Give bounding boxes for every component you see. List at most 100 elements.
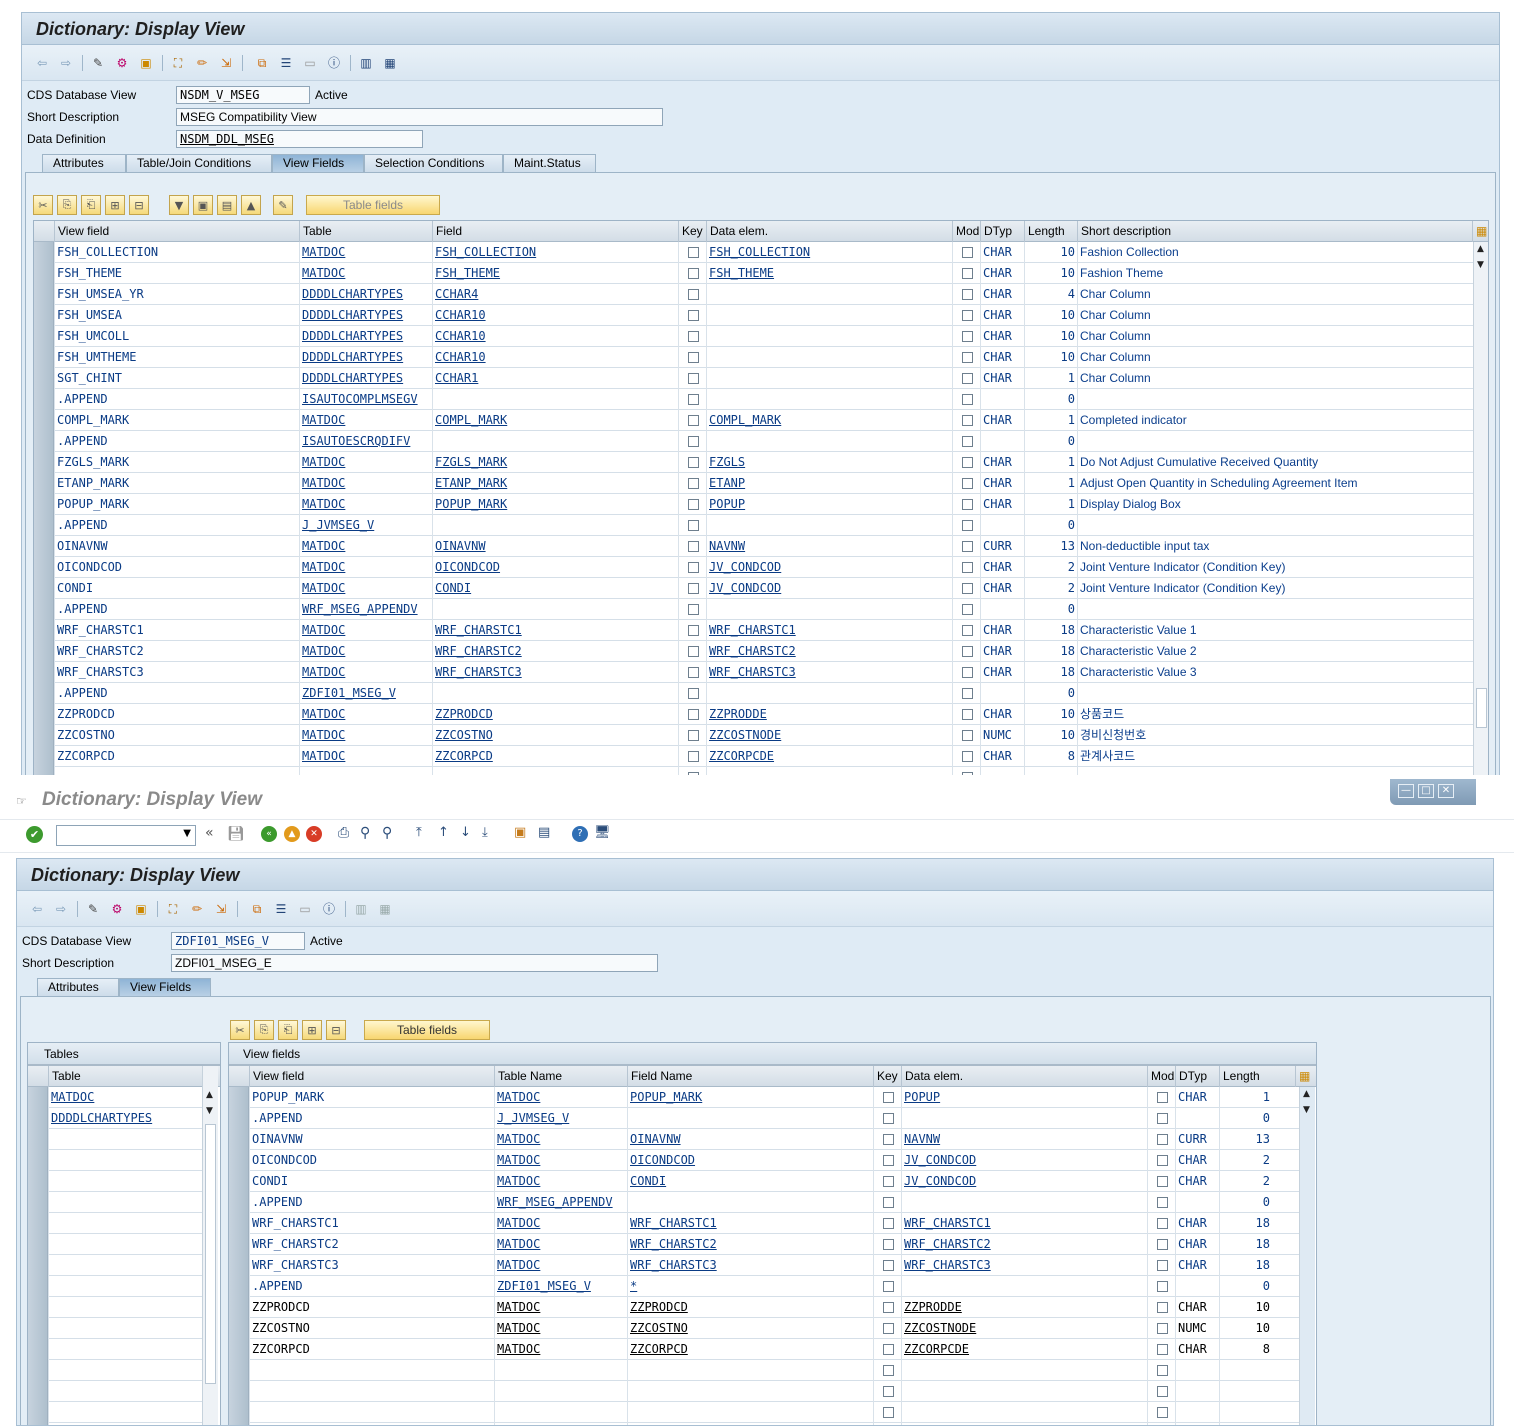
row-selector[interactable] (28, 1402, 48, 1423)
table-cell[interactable]: ZDFI01_MSEG_V (299, 683, 432, 704)
col-key[interactable]: Key (678, 221, 706, 242)
data-elem-cell[interactable] (706, 347, 952, 368)
row-selector[interactable] (34, 473, 54, 494)
row-selector[interactable] (34, 242, 54, 263)
col-data-elem[interactable]: Data elem. (901, 1066, 1147, 1087)
activate-icon[interactable]: ▣ (133, 901, 149, 917)
row-selector[interactable] (28, 1213, 48, 1234)
row-selector[interactable] (34, 410, 54, 431)
customize-layout-icon[interactable]: 🖥︎ (594, 825, 611, 840)
data-elem-cell[interactable] (706, 431, 952, 452)
tab-table-join-conditions[interactable]: Table/Join Conditions (126, 154, 272, 172)
mod-checkbox[interactable] (1157, 1176, 1168, 1187)
key-checkbox[interactable] (883, 1302, 894, 1313)
mod-checkbox[interactable] (962, 499, 973, 510)
first-page-icon[interactable]: ⤒ (416, 825, 422, 840)
mod-checkbox[interactable] (962, 415, 973, 426)
window-menu-icon[interactable]: ☞ (16, 794, 27, 808)
window-icon[interactable]: ▭ (302, 55, 318, 71)
row-selector[interactable] (28, 1129, 48, 1150)
row-selector[interactable] (28, 1087, 48, 1108)
scroll-up-icon[interactable]: ▲ (1303, 1089, 1310, 1099)
data-elem-cell[interactable]: WRF_CHARSTC1 (901, 1213, 1147, 1234)
table-cell[interactable]: MATDOC (299, 704, 432, 725)
row-selector[interactable] (229, 1318, 249, 1339)
mod-checkbox[interactable] (962, 268, 973, 279)
window-icon[interactable]: ▭ (297, 901, 313, 917)
data-elem-cell[interactable]: JV_CONDCOD (706, 557, 952, 578)
data-elem-cell[interactable]: WRF_CHARSTC2 (901, 1234, 1147, 1255)
table-cell[interactable]: MATDOC (299, 536, 432, 557)
forward-icon[interactable]: ⇨ (58, 55, 74, 71)
table-name-cell[interactable]: MATDOC (494, 1171, 627, 1192)
next-page-icon[interactable]: ↓ (460, 825, 471, 840)
data-elem-cell[interactable]: ZZCOSTNODE (901, 1318, 1147, 1339)
field-cell[interactable]: CCHAR10 (432, 326, 678, 347)
row-selector[interactable] (34, 599, 54, 620)
col-mod[interactable]: Mod (952, 221, 980, 242)
table-cell[interactable]: MATDOC (299, 662, 432, 683)
table-name-cell[interactable] (494, 1381, 627, 1402)
columns-icon[interactable]: ▥ (353, 901, 369, 917)
row-selector[interactable] (34, 557, 54, 578)
columns-icon[interactable]: ▥ (358, 55, 374, 71)
table-name-cell[interactable]: J_JVMSEG_V (494, 1108, 627, 1129)
mod-checkbox[interactable] (1157, 1344, 1168, 1355)
row-selector[interactable] (28, 1339, 48, 1360)
field-cell[interactable]: ETANP_MARK (432, 473, 678, 494)
mod-checkbox[interactable] (1157, 1197, 1168, 1208)
field-name-cell[interactable]: WRF_CHARSTC1 (627, 1213, 873, 1234)
data-elem-cell[interactable]: FSH_THEME (706, 263, 952, 284)
hierarchy-icon[interactable]: ⧉ (249, 901, 265, 917)
table-name-cell[interactable]: MATDOC (494, 1297, 627, 1318)
key-checkbox[interactable] (688, 730, 699, 741)
data-elem-cell[interactable] (901, 1402, 1147, 1423)
tab-selection-conditions[interactable]: Selection Conditions (364, 154, 503, 172)
data-elem-cell[interactable]: COMPL_MARK (706, 410, 952, 431)
row-selector[interactable] (229, 1213, 249, 1234)
data-elem-cell[interactable] (901, 1192, 1147, 1213)
activate-icon[interactable]: ▣ (138, 55, 154, 71)
mod-checkbox[interactable] (1157, 1386, 1168, 1397)
key-checkbox[interactable] (688, 247, 699, 258)
row-selector[interactable] (34, 284, 54, 305)
key-checkbox[interactable] (688, 394, 699, 405)
details-icon[interactable]: ✎ (273, 195, 293, 215)
sort-up-icon[interactable]: ▲ (241, 195, 261, 215)
table-cell[interactable]: J_JVMSEG_V (299, 515, 432, 536)
key-checkbox[interactable] (883, 1092, 894, 1103)
key-checkbox[interactable] (688, 709, 699, 720)
mod-checkbox[interactable] (1157, 1134, 1168, 1145)
row-selector[interactable] (229, 1234, 249, 1255)
tab-attributes[interactable]: Attributes (37, 978, 119, 996)
key-checkbox[interactable] (688, 478, 699, 489)
mod-checkbox[interactable] (962, 667, 973, 678)
select-all-icon[interactable]: ▣ (193, 195, 213, 215)
insert-row-icon[interactable]: ⊞ (302, 1020, 322, 1040)
mod-checkbox[interactable] (962, 331, 973, 342)
field-cell[interactable]: FSH_THEME (432, 263, 678, 284)
table-name-cell[interactable]: MATDOC (48, 1087, 182, 1108)
table-cell[interactable]: WRF_MSEG_APPENDV (299, 599, 432, 620)
mod-checkbox[interactable] (962, 310, 973, 321)
data-elem-cell[interactable]: NAVNW (901, 1129, 1147, 1150)
col-length[interactable]: Length (1219, 1066, 1272, 1087)
field-name-cell[interactable] (627, 1360, 873, 1381)
key-checkbox[interactable] (883, 1239, 894, 1250)
data-elem-cell[interactable]: ETANP (706, 473, 952, 494)
table-cell[interactable]: ISAUTOESCRQDIFV (299, 431, 432, 452)
row-selector[interactable] (34, 536, 54, 557)
scroll-thumb[interactable] (1476, 688, 1487, 728)
row-selector[interactable] (34, 347, 54, 368)
data-elem-cell[interactable]: WRF_CHARSTC3 (706, 662, 952, 683)
mod-checkbox[interactable] (962, 478, 973, 489)
sort-down-icon[interactable]: ▼ (169, 195, 189, 215)
mod-checkbox[interactable] (962, 436, 973, 447)
key-checkbox[interactable] (883, 1197, 894, 1208)
table-icon[interactable]: ▦ (382, 55, 398, 71)
find-next-icon[interactable]: ⚲ (382, 825, 392, 841)
data-elem-cell[interactable] (706, 389, 952, 410)
field-name-cell[interactable]: ZZCORPCD (627, 1339, 873, 1360)
data-elem-cell[interactable] (901, 1108, 1147, 1129)
short-desc-field[interactable]: MSEG Compatibility View (176, 108, 663, 126)
